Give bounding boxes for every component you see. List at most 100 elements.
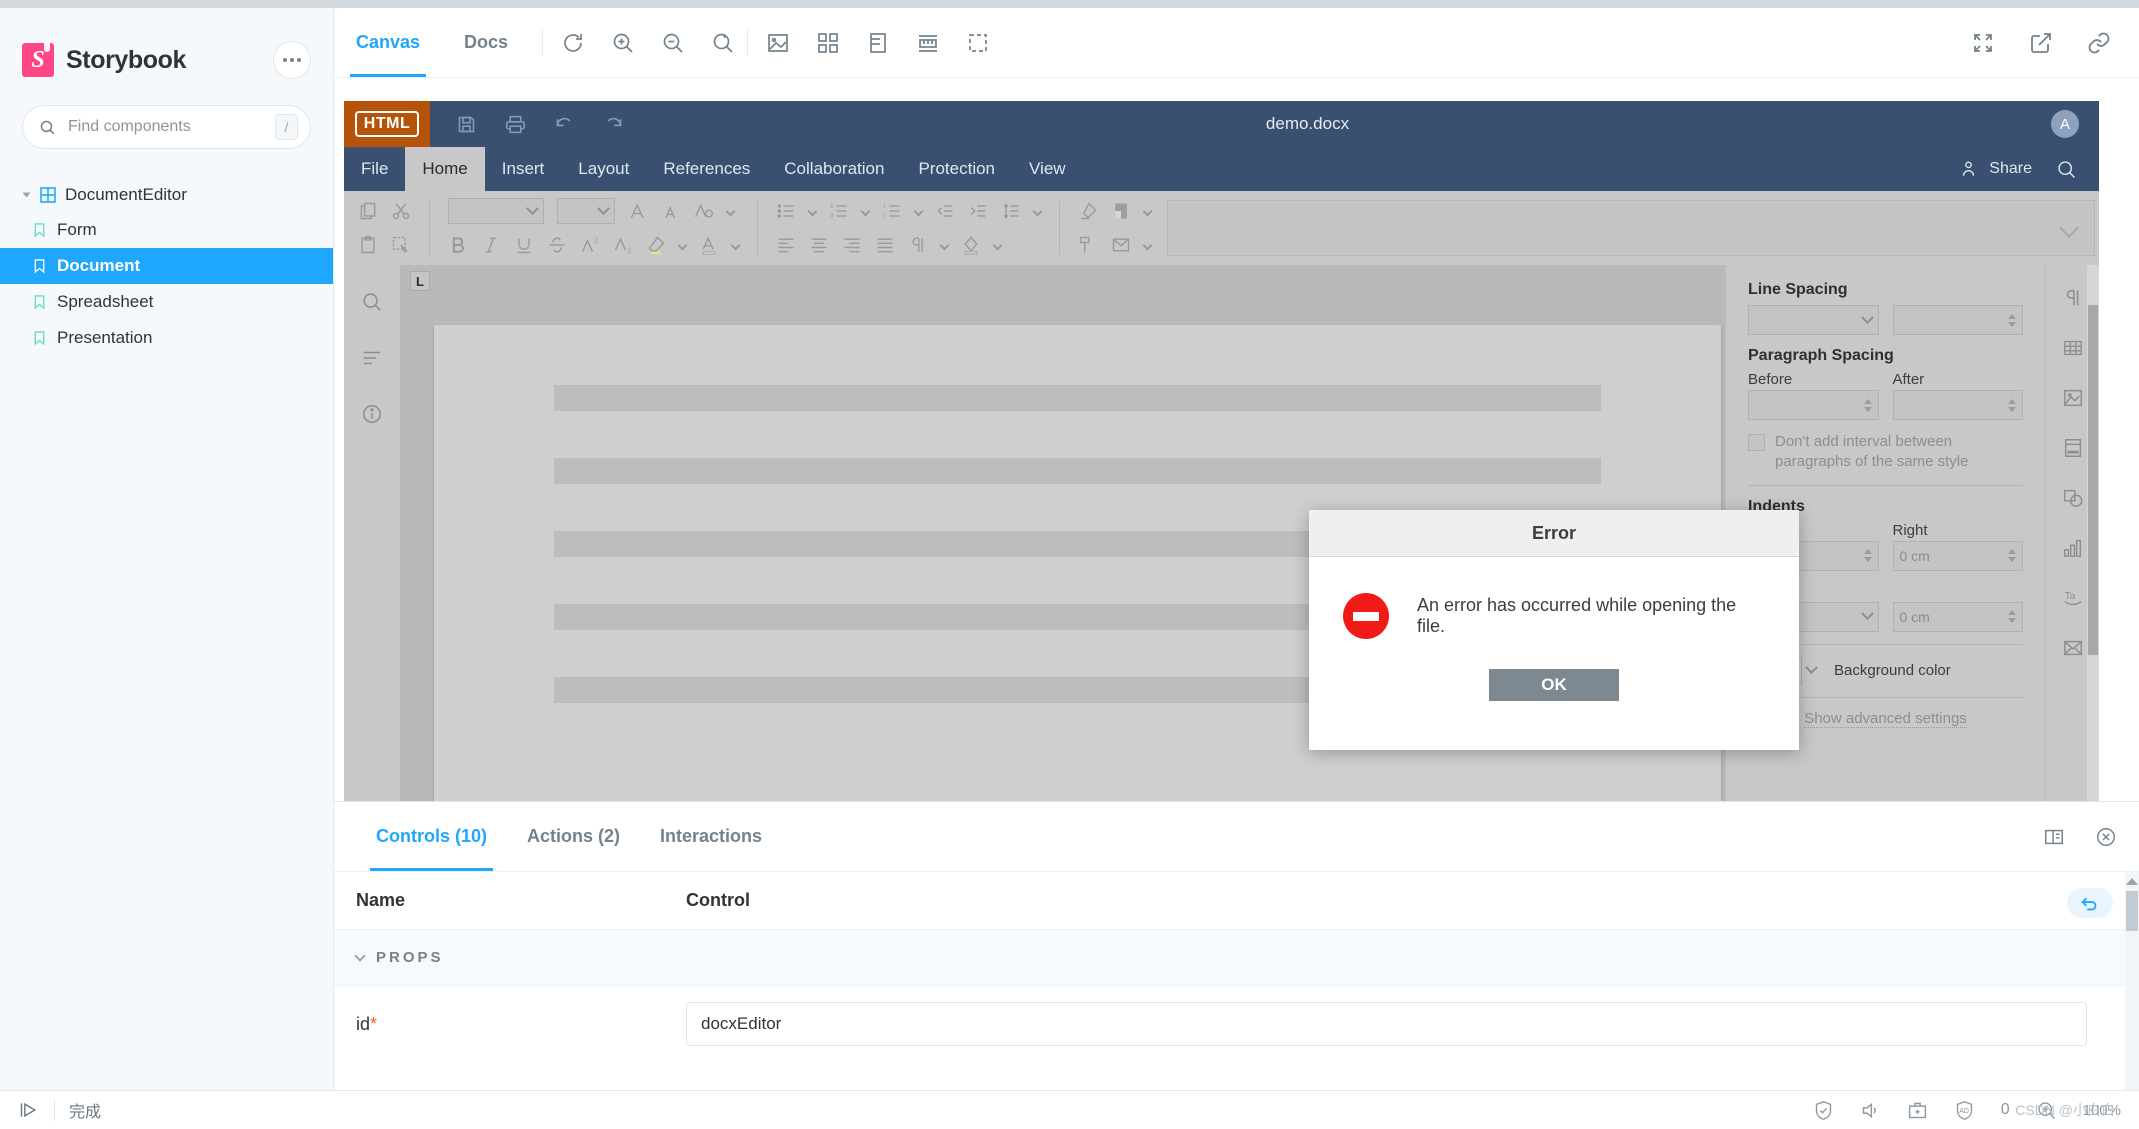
sound-icon[interactable] [1860, 1100, 1881, 1121]
zoom-reset-icon[interactable] [711, 31, 735, 55]
shape-settings-icon[interactable] [2062, 487, 2084, 509]
line-spacing-mode-select[interactable] [1748, 305, 1879, 335]
stepper-arrows-icon [1863, 398, 1872, 412]
menu-item-protection[interactable]: Protection [901, 147, 1012, 191]
menu-item-home[interactable]: Home [405, 147, 485, 191]
undo-icon[interactable] [554, 114, 575, 135]
sidebar-item-form[interactable]: Form [0, 212, 333, 248]
sidebar-menu-button[interactable] [273, 41, 311, 79]
toolbox-icon[interactable] [1907, 1100, 1928, 1121]
search-box[interactable]: / [22, 105, 311, 149]
svg-text:AD: AD [1959, 1108, 1969, 1115]
tab-canvas[interactable]: Canvas [334, 8, 442, 77]
text-art-icon[interactable]: Ta [2062, 587, 2084, 609]
menu-item-references[interactable]: References [646, 147, 767, 191]
image-settings-icon[interactable] [2062, 387, 2084, 409]
spacing-after-stepper[interactable] [1892, 390, 2023, 420]
ok-button[interactable]: OK [1489, 669, 1619, 701]
print-icon[interactable] [505, 114, 526, 135]
panel-position-icon[interactable] [2043, 826, 2065, 848]
window-top-strip [0, 0, 2139, 8]
menu-item-view[interactable]: View [1012, 147, 1083, 191]
header-footer-icon[interactable] [2062, 437, 2084, 459]
cut-icon [392, 203, 410, 220]
mail-merge-icon[interactable] [2062, 637, 2084, 659]
props-group-header[interactable]: PROPS [334, 930, 2139, 986]
navigation-icon[interactable] [361, 347, 383, 369]
tab-controls[interactable]: Controls (10) [356, 802, 507, 871]
scroll-up-arrow-icon[interactable] [2126, 878, 2138, 885]
scrollbar-thumb[interactable] [2126, 891, 2138, 931]
measure-icon[interactable] [866, 31, 890, 55]
no-interval-checkbox-row[interactable]: Don't add interval between paragraphs of… [1748, 432, 2023, 473]
sidebar-item-presentation[interactable]: Presentation [0, 320, 333, 356]
grid-icon[interactable] [816, 31, 840, 55]
ruler-icon[interactable] [916, 31, 940, 55]
font-size-select[interactable] [557, 198, 615, 224]
chart-settings-icon[interactable] [2062, 537, 2084, 559]
close-panel-icon[interactable] [2095, 826, 2117, 848]
checkbox[interactable] [1748, 434, 1765, 451]
tab-docs[interactable]: Docs [442, 8, 530, 77]
chevron-down-icon[interactable] [1802, 657, 1820, 685]
zoom-out-icon[interactable] [661, 31, 685, 55]
background-icon[interactable] [766, 31, 790, 55]
search-icon[interactable] [2056, 159, 2077, 180]
dialog-body: An error has occurred while opening the … [1309, 557, 1799, 639]
canvas: HTML demo.docx A File Home Insert Layout… [334, 78, 2139, 801]
sidebar-item-spreadsheet[interactable]: Spreadsheet [0, 284, 333, 320]
redo-icon[interactable] [603, 114, 624, 135]
tab-interactions[interactable]: Interactions [640, 802, 782, 871]
menu-item-file[interactable]: File [344, 147, 405, 191]
component-tree: DocumentEditor Form Document Spreadsheet… [0, 177, 333, 356]
paragraph-settings-icon[interactable] [2062, 287, 2084, 309]
copy-link-icon[interactable] [2087, 31, 2111, 55]
indent-right-stepper[interactable]: 0 cm [1892, 540, 2023, 571]
avatar[interactable]: A [2051, 110, 2079, 138]
chevron-down-icon [725, 206, 736, 216]
table-settings-icon[interactable] [2062, 337, 2084, 359]
share-button[interactable]: Share [1961, 159, 2032, 179]
menu-item-collaboration[interactable]: Collaboration [767, 147, 901, 191]
font-family-select[interactable] [448, 198, 544, 224]
tab-actions[interactable]: Actions (2) [507, 802, 640, 871]
search-input[interactable] [56, 118, 275, 136]
control-input-id[interactable] [686, 1002, 2087, 1046]
docx-menubar: File Home Insert Layout References Colla… [344, 147, 2099, 191]
controls-table-header: Name Control [334, 872, 2139, 930]
menu-item-insert[interactable]: Insert [485, 147, 562, 191]
brand[interactable]: S Storybook [22, 43, 186, 77]
shield-icon[interactable] [1813, 1100, 1834, 1121]
line-spacing-value-stepper[interactable] [1892, 305, 2023, 335]
fullscreen-icon[interactable] [1971, 31, 1995, 55]
menubar-right: Share [1961, 147, 2099, 191]
style-gallery[interactable] [1167, 200, 2095, 256]
reset-controls-button[interactable] [2067, 888, 2113, 918]
play-sidebar-icon[interactable] [18, 1100, 40, 1120]
zoom-in-icon[interactable] [611, 31, 635, 55]
chevron-down-icon [730, 240, 741, 250]
refresh-icon[interactable] [561, 31, 585, 55]
addon-tabs: Controls (10) Actions (2) Interactions [334, 802, 2139, 872]
menu-item-layout[interactable]: Layout [561, 147, 646, 191]
scrollbar-thumb[interactable] [2088, 305, 2098, 655]
save-icon[interactable] [456, 114, 477, 135]
info-icon[interactable] [361, 403, 383, 425]
sidebar-item-document[interactable]: Document [0, 248, 333, 284]
chevron-down-icon [1142, 206, 1153, 216]
ruler-tab-marker[interactable]: L [410, 271, 430, 291]
show-advanced-settings-link[interactable]: Show advanced settings [1804, 710, 1967, 728]
preview-pane: Canvas Docs HTML demo.docx A File Home I… [334, 8, 2139, 801]
spacing-before-stepper[interactable] [1748, 390, 1879, 420]
tree-root-documenteditor[interactable]: DocumentEditor [22, 177, 311, 212]
docx-editor: HTML demo.docx A File Home Insert Layout… [344, 101, 2099, 801]
underline-icon [518, 238, 530, 254]
search-icon[interactable] [361, 291, 383, 313]
special-value-stepper[interactable]: 0 cm [1892, 601, 2023, 632]
no-interval-label: Don't add interval between paragraphs of… [1775, 433, 1969, 471]
ad-block-icon[interactable]: AD [1954, 1100, 1975, 1121]
addon-scrollbar[interactable] [2125, 872, 2139, 1090]
outline-icon[interactable] [966, 31, 990, 55]
open-new-tab-icon[interactable] [2029, 31, 2053, 55]
document-scrollbar[interactable] [2087, 265, 2099, 801]
